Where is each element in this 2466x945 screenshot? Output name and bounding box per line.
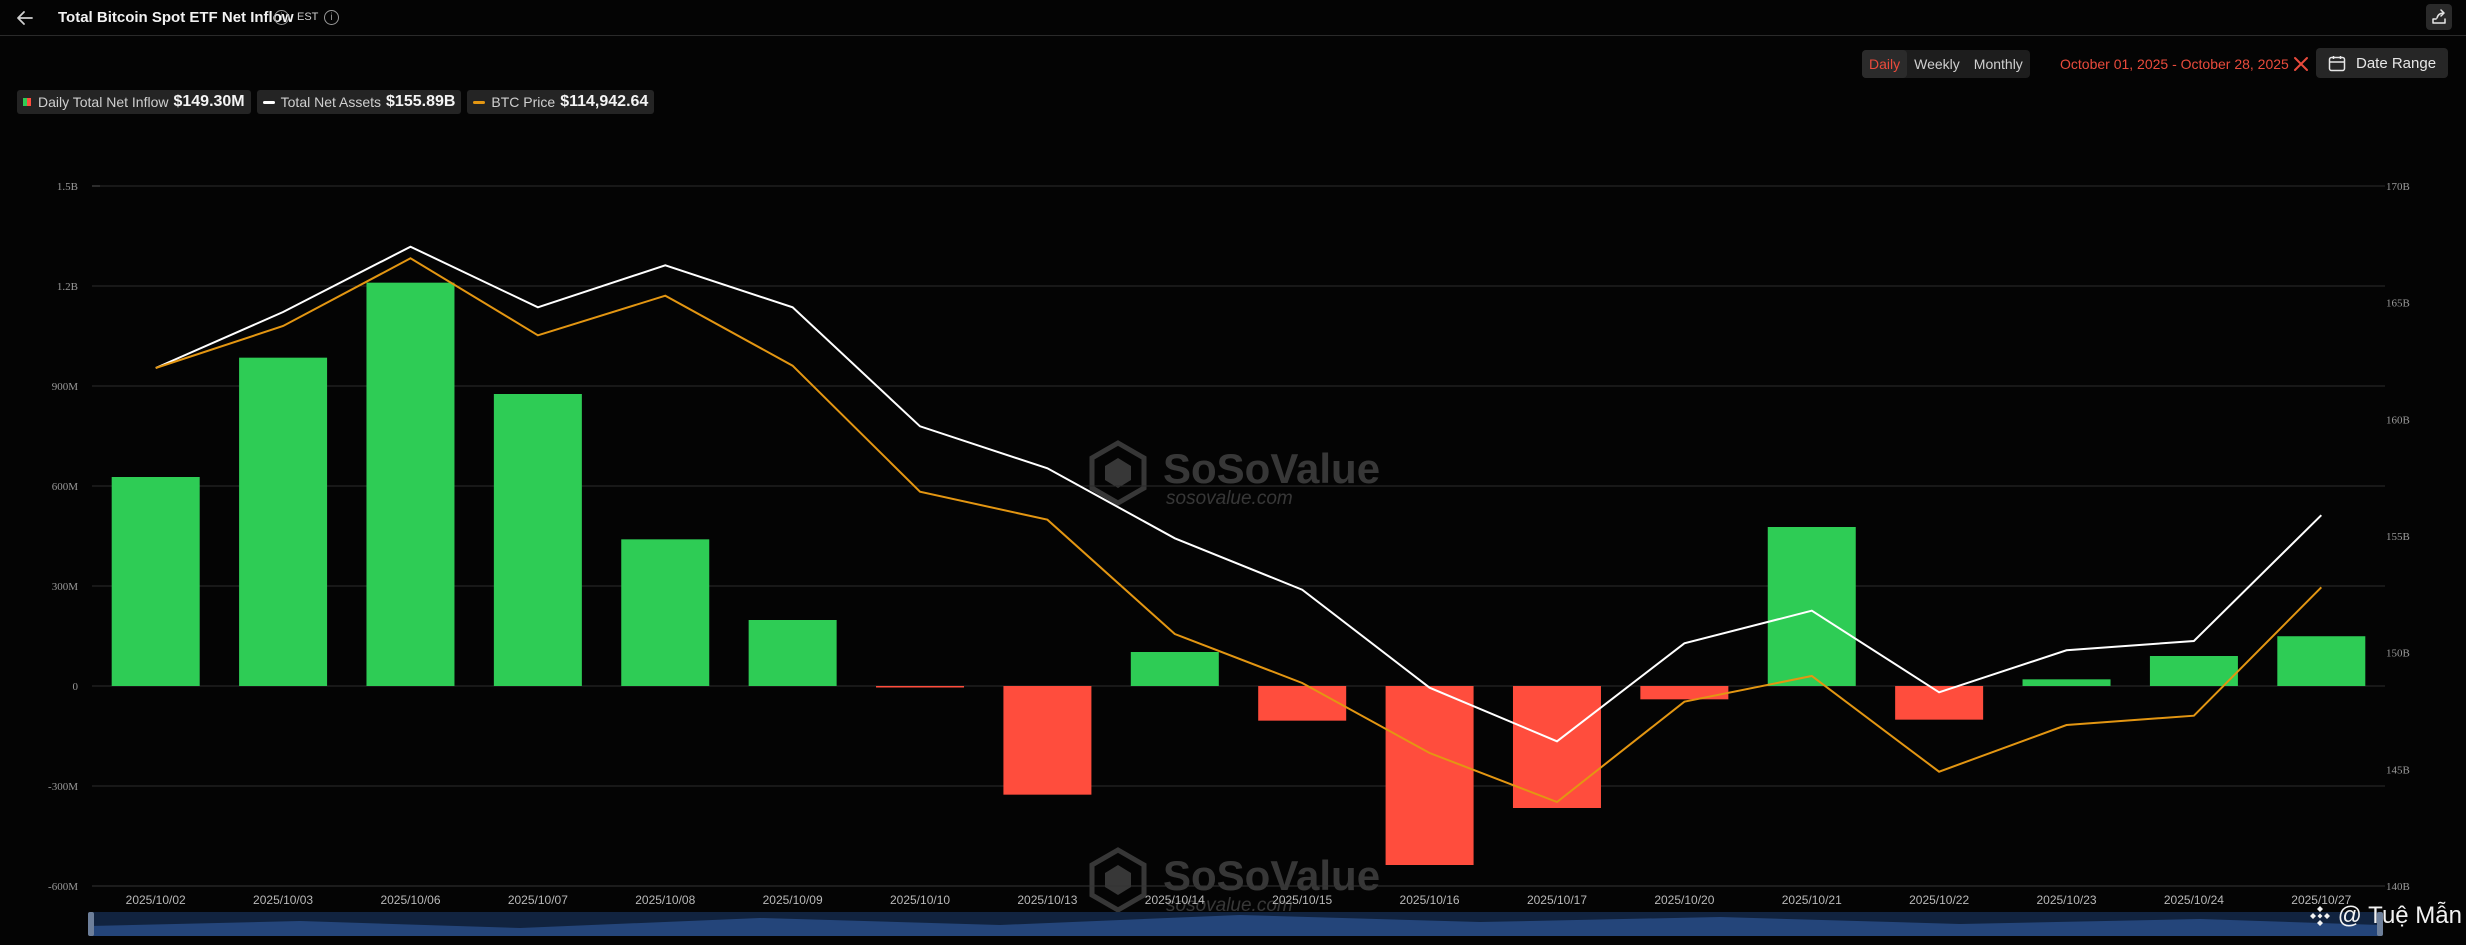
x-tick-label: 2025/10/09: [763, 893, 823, 907]
right-tick-label: 170B: [2386, 181, 2410, 193]
bar-series: [111, 282, 2366, 865]
right-tick-label: 155B: [2386, 531, 2410, 543]
bar[interactable]: [366, 282, 455, 686]
right-tick-label: 145B: [2386, 764, 2410, 776]
left-tick-label: 300M: [52, 581, 79, 593]
watermark-brand: SoSoValue: [1163, 852, 1380, 899]
bar[interactable]: [2149, 656, 2238, 686]
bar[interactable]: [748, 620, 837, 686]
x-tick-label: 2025/10/15: [1272, 893, 1332, 907]
bar[interactable]: [2277, 636, 2366, 686]
bar[interactable]: [876, 686, 965, 688]
x-tick-label: 2025/10/13: [1017, 893, 1077, 907]
bar[interactable]: [1258, 686, 1347, 721]
x-tick-label: 2025/10/10: [890, 893, 950, 907]
sosovalue-logo-icon: [1089, 847, 1147, 913]
right-tick-label: 165B: [2386, 298, 2410, 310]
left-tick-label: 0: [73, 681, 79, 693]
left-tick-label: 900M: [52, 381, 79, 393]
bar[interactable]: [111, 477, 200, 686]
x-tick-label: 2025/10/06: [380, 893, 440, 907]
line-series: [155, 245, 2323, 804]
x-tick-label: 2025/10/07: [508, 893, 568, 907]
x-tick-label: 2025/10/23: [2036, 893, 2096, 907]
credit-text: @ Tuệ Mẫn: [2337, 902, 2462, 929]
x-tick-label: 2025/10/16: [1400, 893, 1460, 907]
left-tick-label: 1.2B: [57, 281, 78, 293]
bar[interactable]: [493, 394, 582, 686]
range-scrollbar[interactable]: [88, 912, 2383, 936]
left-tick-label: -300M: [48, 781, 78, 793]
credit-label: @ Tuệ Mẫn: [2308, 902, 2462, 930]
sosovalue-logo-icon: [1089, 440, 1147, 506]
x-tick-label: 2025/10/20: [1654, 893, 1714, 907]
watermark-top: SoSoValue sosovalue.com: [1089, 440, 1380, 509]
inflow-chart: SoSoValue sosovalue.com SoSoValue sosova…: [48, 181, 2410, 936]
right-tick-label: 150B: [2386, 648, 2410, 660]
watermark-bottom: SoSoValue sosovalue.com: [1089, 847, 1380, 916]
left-tick-label: 1.5B: [57, 181, 78, 193]
x-tick-label: 2025/10/02: [126, 893, 186, 907]
binance-logo-icon: [2309, 906, 2330, 926]
scrollbar-left-handle[interactable]: [88, 912, 94, 936]
x-tick-label: 2025/10/17: [1527, 893, 1587, 907]
watermark-url: sosovalue.com: [1166, 488, 1293, 509]
x-tick-label: 2025/10/08: [635, 893, 695, 907]
bar[interactable]: [1385, 686, 1474, 865]
x-tick-label: 2025/10/03: [253, 893, 313, 907]
x-tick-label: 2025/10/24: [2164, 893, 2224, 907]
watermark-brand: SoSoValue: [1163, 445, 1380, 492]
bar[interactable]: [621, 539, 710, 686]
right-tick-label: 140B: [2386, 881, 2410, 893]
left-tick-label: -600M: [48, 881, 78, 893]
bar[interactable]: [1895, 686, 1984, 720]
x-tick-label: 2025/10/21: [1782, 893, 1842, 907]
right-tick-label: 160B: [2386, 414, 2410, 426]
bar[interactable]: [1767, 527, 1856, 686]
x-tick-label: 2025/10/14: [1145, 893, 1205, 907]
x-tick-label: 2025/10/22: [1909, 893, 1969, 907]
left-tick-label: 600M: [52, 481, 79, 493]
bar[interactable]: [1130, 652, 1219, 686]
right-y-axis: 140B 145B 150B 155B 160B 165B 170B: [2386, 181, 2410, 893]
price-line[interactable]: [155, 257, 2323, 804]
bar[interactable]: [1003, 686, 1092, 795]
bar[interactable]: [1640, 686, 1729, 700]
bar[interactable]: [239, 357, 328, 686]
bar[interactable]: [2022, 679, 2111, 686]
